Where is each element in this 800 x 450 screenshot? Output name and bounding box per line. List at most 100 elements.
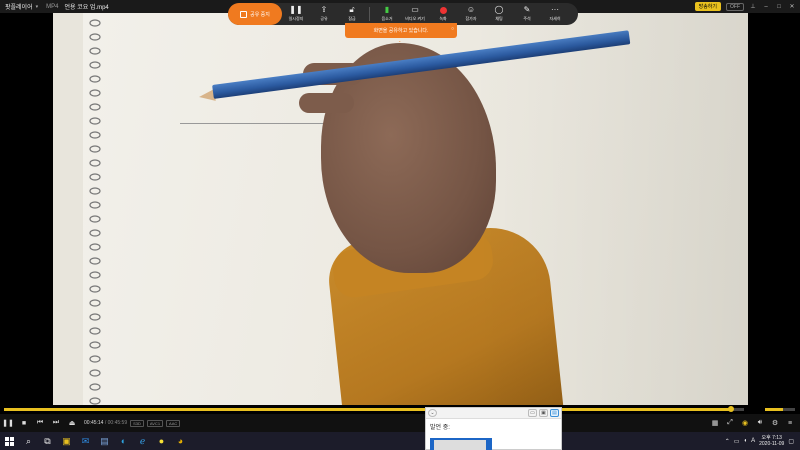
toolbar-label: 공유 [320,16,328,21]
screen: 팟플레이어 ▾ MP4 언용 코요 업.mp4 방송하기 OFF ⊥ – □ ✕ [0,0,800,450]
toolbar-label: 녹화 [439,16,447,21]
share-toolbar: 공유 중지 ❚❚ 일시정지 ⇪ 공유 🔓︎ 잠금 ▮ 음소거 ▭ 비디오 켜기 … [228,3,578,25]
pause-icon[interactable]: ❚❚ [0,415,16,431]
chat-icon: ◯ [494,5,504,14]
share-icon: ⇪ [320,5,328,14]
playlist-icon[interactable]: ▦ [709,415,721,431]
toolbar-divider [369,7,370,21]
toolbar-label: 참가자 [465,16,477,21]
app-icon[interactable]: ▤ [95,432,114,450]
layout-icon[interactable]: ▣ [539,409,548,417]
speaker-panel: ⌄ ▭ ▣ ▤ 발언 중: [425,407,562,450]
chevron-up-icon[interactable]: ⌃ [725,438,730,445]
clock[interactable]: 오후 7:13 2020-11-09 [759,435,784,447]
task-view-icon[interactable]: ⧉ [38,432,57,450]
camera-icon[interactable]: ◉ [739,415,751,431]
lock-icon: 🔓︎ [349,5,355,14]
kakaotalk-icon[interactable]: ● [152,432,171,450]
current-time: 00:45:14 [84,420,104,426]
toolbar-label: 채팅 [495,16,503,21]
toolbar-lock[interactable]: 🔓︎ 잠금 [338,6,366,22]
layout-icon[interactable]: ▭ [528,409,537,417]
next-icon[interactable]: ⏭︎ [48,415,64,431]
layout-icon[interactable]: ▤ [550,409,559,417]
previous-icon[interactable]: ⏮︎ [32,415,48,431]
input-method[interactable]: A [751,438,755,444]
app-name[interactable]: 팟플레이어 [0,2,33,11]
volume-icon[interactable]: ◖ [743,438,747,444]
system-tray: ⌃ ▭ ◖ A 오후 7:13 2020-11-09 ▢ [725,432,794,450]
eject-icon[interactable]: ⏏︎ [64,415,80,431]
stop-share-label: 공유 중지 [250,11,270,18]
notification-icon[interactable]: ▢ [788,438,794,445]
toolbar-annotate[interactable]: ✎ 주석 [513,6,541,22]
record-icon [439,6,447,14]
taskbar: ⌕ ⧉ ▣ ✉ ▤ ◐ ℯ ● ◕ ⌃ ▭ ◖ A 오후 7:13 2020-1… [0,432,800,450]
participants-icon: ☺ [466,5,476,14]
volume-level [765,408,783,411]
stream-tag[interactable]: AAC [166,419,181,427]
sharing-notice: 화면을 공유하고 있습니다. ○ [345,23,457,38]
seek-bar[interactable] [4,406,744,412]
stop-icon [240,10,248,18]
toolbar-label: 일시정지 [288,16,304,21]
toolbar-label: 음소거 [381,16,393,21]
maximize-icon[interactable]: □ [775,4,783,10]
chevron-down-icon[interactable]: ⌄ [398,38,406,43]
speaker-thumbnail [434,440,486,450]
close-icon[interactable]: ○ [451,26,454,32]
search-icon[interactable]: ⌕ [19,432,38,450]
collapse-icon[interactable]: ⌄ [428,409,437,417]
toolbar-video[interactable]: ▭ 비디오 켜기 [401,6,429,22]
toolbar-share[interactable]: ⇪ 공유 [310,6,338,22]
toolbar-label: 주석 [523,16,531,21]
store-icon[interactable]: ▣ [57,432,76,450]
title-bar-right: 방송하기 OFF ⊥ – □ ✕ [694,2,796,11]
seek-handle[interactable] [728,406,735,412]
volume-icon[interactable]: 🔊︎ [754,415,766,431]
sharing-notice-text: 화면을 공유하고 있습니다. [373,28,429,34]
speaker-panel-toolbar: ⌄ ▭ ▣ ▤ [426,408,561,419]
stream-tag[interactable]: AVC1 [146,419,164,427]
toolbar-participants[interactable]: ☺ 참가자 [457,6,485,22]
network-icon[interactable]: ▭ [734,438,740,445]
minimize-icon[interactable]: – [762,4,770,10]
speaker-video[interactable] [430,438,492,450]
stop-share-button[interactable]: 공유 중지 [228,3,282,25]
toolbar-pause[interactable]: ❚❚ 일시정지 [282,6,310,22]
fullscreen-icon[interactable]: ⤢ [724,415,736,431]
toolbar-label: 비디오 켜기 [405,16,425,21]
time-display: 00:45:14 / 00:45:59 [84,420,127,426]
pin-icon[interactable]: ⊥ [749,3,757,10]
toolbar-label: 잠금 [348,16,356,21]
live-off-toggle[interactable]: OFF [726,2,744,11]
file-name: 언용 코요 업.mp4 [64,5,109,11]
volume-slider[interactable] [765,408,795,411]
video-frame[interactable] [53,13,748,405]
total-time: 00:45:59 [107,420,128,426]
video-shade [53,13,748,405]
mic-icon: ▮ [384,5,390,14]
edge-icon[interactable]: ◐ [114,432,133,450]
file-format: MP4 [46,3,59,10]
live-broadcast-button[interactable]: 방송하기 [694,2,721,11]
stream-tag[interactable]: S3D [130,419,144,427]
toolbar-label: 자세히 [549,16,561,21]
toolbar-more[interactable]: ··· 자세히 [541,6,569,22]
player-controls-right: ▦ ⤢ ◉ 🔊︎ ⚙ ≡ [709,414,796,432]
toolbar-chat[interactable]: ◯ 채팅 [485,6,513,22]
stop-icon[interactable]: ■ [16,415,32,431]
chevron-down-icon[interactable]: ▾ [36,4,39,10]
close-icon[interactable]: ✕ [788,3,796,10]
clock-date: 2020-11-09 [759,441,785,447]
internet-explorer-icon[interactable]: ℯ [133,432,152,450]
toolbar-record[interactable]: 녹화 [429,6,457,22]
menu-icon[interactable]: ≡ [784,415,796,431]
mail-icon[interactable]: ✉ [76,432,95,450]
potplayer-icon[interactable]: ◕ [171,432,190,450]
settings-icon[interactable]: ⚙ [769,415,781,431]
speaker-label: 발언 중: [430,425,450,431]
start-icon[interactable] [0,432,19,450]
toolbar-mute[interactable]: ▮ 음소거 [373,6,401,22]
pause-icon: ❚❚ [289,5,303,14]
